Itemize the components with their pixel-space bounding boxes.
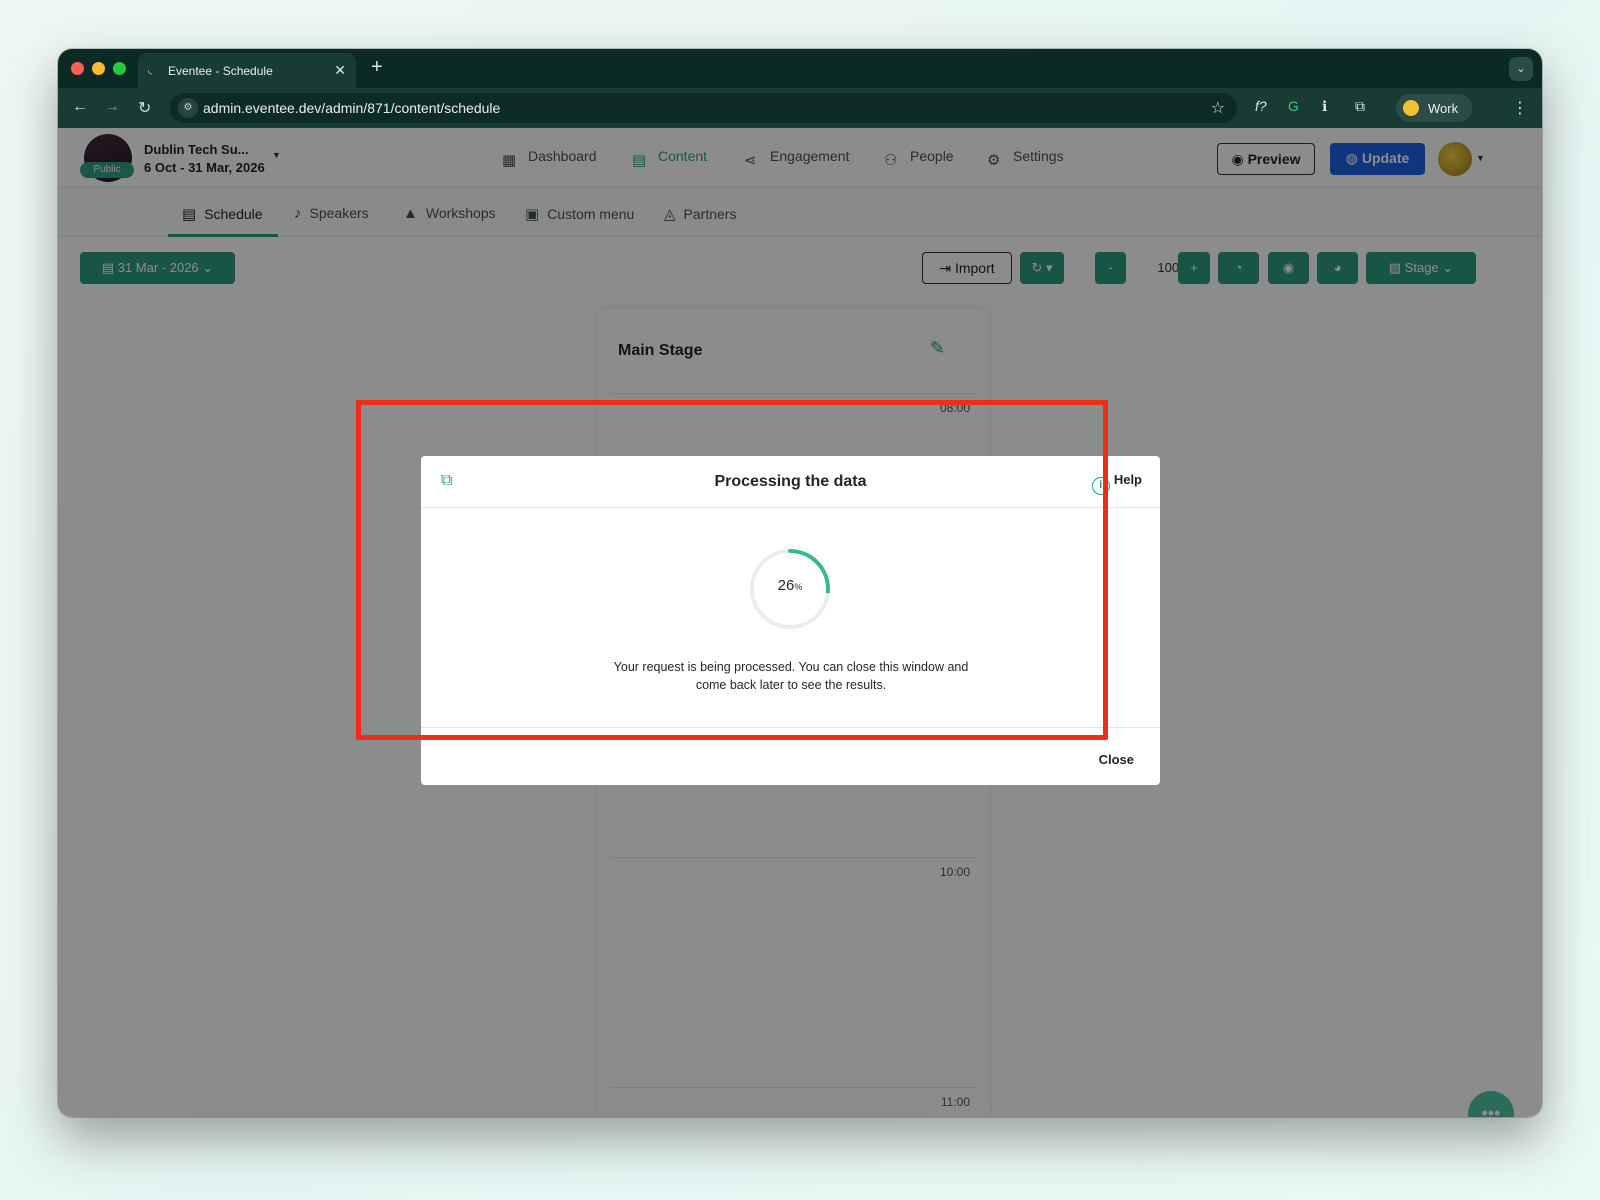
browser-menu-icon[interactable]: ⋮	[1512, 98, 1528, 118]
back-arrow-icon[interactable]: ←	[72, 98, 88, 116]
tab-search-icon[interactable]: ⌄	[1509, 57, 1533, 81]
profile-label: Work	[1428, 101, 1459, 116]
close-window-button[interactable]	[71, 62, 84, 75]
info-extension-icon[interactable]: ℹ	[1322, 98, 1327, 115]
site-info-icon[interactable]: ⚙	[178, 98, 198, 118]
bookmark-star-icon[interactable]: ☆	[1211, 98, 1225, 118]
function-extension-icon[interactable]: f?	[1255, 98, 1267, 114]
profile-avatar-icon	[1403, 100, 1419, 116]
grammarly-icon[interactable]: G	[1288, 98, 1299, 114]
profile-chip[interactable]: Work	[1396, 94, 1472, 122]
browser-toolbar: ← → ↻ ⚙ admin.eventee.dev/admin/871/cont…	[58, 88, 1542, 128]
browser-tab-title: Eventee - Schedule	[168, 64, 273, 78]
minimize-window-button[interactable]	[92, 62, 105, 75]
annotation-highlight-box	[356, 400, 1108, 740]
close-button[interactable]: Close	[1099, 752, 1134, 767]
new-tab-icon[interactable]: +	[371, 56, 383, 79]
forward-arrow-icon[interactable]: →	[104, 98, 120, 116]
extensions-puzzle-icon[interactable]: ⧉	[1355, 98, 1365, 115]
eventee-favicon-icon: ◟	[148, 64, 153, 76]
url-text: admin.eventee.dev/admin/871/content/sche…	[203, 100, 501, 116]
address-bar[interactable]: ⚙ admin.eventee.dev/admin/871/content/sc…	[170, 93, 1237, 123]
maximize-window-button[interactable]	[113, 62, 126, 75]
browser-tab[interactable]: ◟ Eventee - Schedule ✕	[138, 53, 356, 88]
close-tab-icon[interactable]: ✕	[334, 62, 346, 79]
help-label: Help	[1113, 472, 1142, 487]
browser-tab-bar: ◟ Eventee - Schedule ✕ + ⌄	[58, 49, 1542, 88]
reload-icon[interactable]: ↻	[138, 98, 151, 118]
